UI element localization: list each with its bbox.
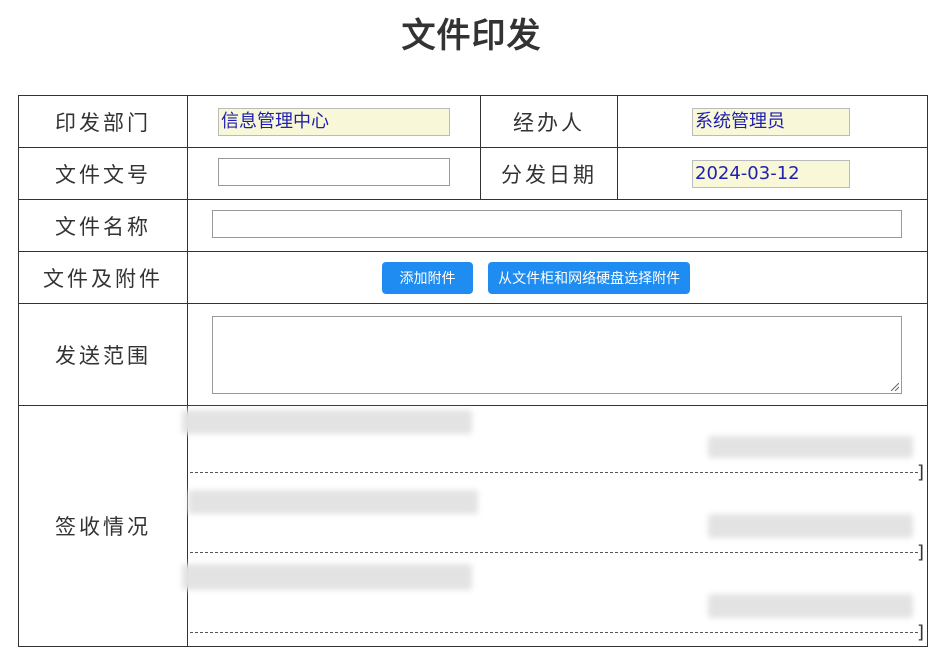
entry-bracket-2: ] xyxy=(916,542,924,563)
name-label: 文件名称 xyxy=(18,199,188,252)
handler-field[interactable]: 系统管理员 xyxy=(692,107,850,136)
dept-field[interactable]: 信息管理中心 xyxy=(218,107,450,136)
scope-cell xyxy=(187,303,928,406)
date-field[interactable]: 2024-03-12 xyxy=(692,159,850,188)
row-dept: 印发部门 信息管理中心 经办人 系统管理员 xyxy=(18,95,928,148)
entry-bracket-3: ] xyxy=(916,622,924,643)
dept-label: 印发部门 xyxy=(18,95,188,148)
row-name: 文件名称 xyxy=(18,199,928,252)
redacted-recipient-3 xyxy=(182,564,472,590)
receipt-label: 签收情况 xyxy=(18,405,188,647)
page-title: 文件印发 xyxy=(401,16,542,56)
date-label: 分发日期 xyxy=(480,147,618,200)
redacted-time-2 xyxy=(708,514,913,538)
add-attachment-button[interactable]: 添加附件 xyxy=(382,261,473,294)
document-issue-form: 印发部门 信息管理中心 经办人 系统管理员 文件文号 分发日期 2024-03-… xyxy=(18,95,928,647)
row-attachments: 文件及附件 添加附件 从文件柜和网络硬盘选择附件 xyxy=(18,251,928,304)
redacted-recipient-2 xyxy=(188,490,478,514)
redacted-recipient-1 xyxy=(182,410,472,434)
date-cell: 2024-03-12 xyxy=(617,147,928,200)
attach-cell: 添加附件 从文件柜和网络硬盘选择附件 xyxy=(187,251,928,304)
handler-cell: 系统管理员 xyxy=(617,95,928,148)
select-from-cabinet-button[interactable]: 从文件柜和网络硬盘选择附件 xyxy=(488,261,691,294)
redacted-time-1 xyxy=(708,436,913,458)
handler-label: 经办人 xyxy=(480,95,618,148)
name-cell xyxy=(187,199,928,252)
row-scope: 发送范围 xyxy=(18,303,928,406)
receipt-cell: ] ] ] xyxy=(182,405,928,647)
resize-grip-icon[interactable] xyxy=(891,382,899,391)
receipt-list: ] ] ] xyxy=(182,406,928,646)
redacted-time-3 xyxy=(708,594,913,618)
attach-label: 文件及附件 xyxy=(18,251,188,304)
scope-label: 发送范围 xyxy=(18,303,188,406)
dept-cell: 信息管理中心 xyxy=(187,95,481,148)
row-receipt: 签收情况 ] ] ] xyxy=(18,405,928,647)
doc-no-label: 文件文号 xyxy=(18,147,188,200)
row-docno: 文件文号 分发日期 2024-03-12 xyxy=(18,147,928,200)
entry-bracket-1: ] xyxy=(916,462,924,483)
doc-no-cell xyxy=(187,147,481,200)
doc-no-field[interactable] xyxy=(218,157,450,186)
scope-textarea[interactable] xyxy=(212,315,902,394)
entry-divider-3 xyxy=(190,632,918,633)
doc-name-field[interactable] xyxy=(212,209,902,238)
entry-divider-1 xyxy=(190,472,918,473)
entry-divider-2 xyxy=(190,552,918,553)
